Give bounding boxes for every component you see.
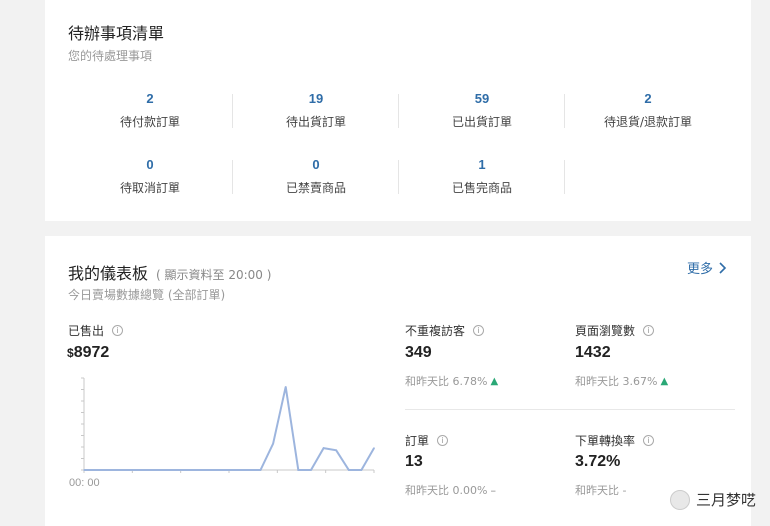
dash-icon: –: [490, 483, 496, 497]
info-icon[interactable]: i: [643, 435, 655, 446]
todo-count: 1: [478, 157, 486, 172]
metric-conversion-compare: 和昨天比 -: [575, 482, 626, 498]
todo-item-shipped[interactable]: 59 已出貨訂單: [399, 82, 565, 148]
todo-card: 待辦事項清單 您的待處理事項 2 待付款訂單 19 待出貨訂單 59 已出貨訂單…: [45, 0, 751, 221]
dashboard-subtitle: 今日賣場數據總覽 (全部訂單): [68, 288, 226, 302]
metric-label: 不重複訪客: [405, 324, 466, 338]
todo-title: 待辦事項清單: [68, 24, 165, 43]
info-icon[interactable]: i: [643, 325, 655, 336]
todo-label: 已售完商品: [451, 181, 512, 195]
chevron-right-icon: [719, 261, 727, 274]
metric-orders-label: 訂單 i: [405, 432, 449, 449]
todo-label: 待取消訂單: [119, 181, 180, 195]
todo-label: 已出貨訂單: [451, 115, 512, 129]
watermark-text: 三月梦呓: [695, 491, 756, 509]
metric-orders-compare: 和昨天比 0.00% –: [405, 482, 496, 498]
metric-pageviews-label: 頁面瀏覽數 i: [575, 322, 655, 339]
todo-empty-cell: [565, 148, 731, 214]
todo-label: 待付款訂單: [119, 115, 180, 129]
x-axis-label: 00: 00: [69, 477, 100, 489]
sold-label: 已售出: [68, 324, 105, 338]
dashboard-header: 我的儀表板 ( 顯示資料至 20:00 ): [68, 260, 271, 284]
sales-series-line: [84, 386, 375, 471]
metric-label: 訂單: [405, 434, 430, 448]
todo-item-pending-payment[interactable]: 2 待付款訂單: [67, 82, 233, 148]
todo-label: 待出貨訂單: [285, 115, 346, 129]
metric-label: 下單轉換率: [575, 434, 636, 448]
sold-amount: 8972: [73, 344, 110, 361]
compare-text: 和昨天比 3.67%: [575, 375, 658, 388]
currency-symbol: $: [67, 346, 74, 360]
todo-grid: 2 待付款訂單 19 待出貨訂單 59 已出貨訂單 2 待退貨/退款訂單 0 待…: [67, 82, 731, 214]
todo-item-pending-cancel[interactable]: 0 待取消訂單: [67, 148, 233, 214]
more-label: 更多: [686, 262, 713, 277]
metric-pageviews-value: 1432: [575, 344, 611, 361]
sold-label-row: 已售出 i: [68, 322, 124, 339]
todo-item-sold-out[interactable]: 1 已售完商品: [399, 148, 565, 214]
compare-text: 和昨天比 0.00%: [405, 484, 488, 497]
todo-item-pending-shipment[interactable]: 19 待出貨訂單: [233, 82, 399, 148]
arrow-up-icon: ▲: [490, 375, 499, 387]
todo-item-banned-products[interactable]: 0 已禁賣商品: [233, 148, 399, 214]
info-icon[interactable]: i: [112, 325, 124, 336]
arrow-up-icon: ▲: [660, 375, 669, 387]
metric-orders-value: 13: [405, 453, 423, 470]
metric-label: 頁面瀏覽數: [575, 324, 636, 338]
sales-chart: [81, 377, 375, 473]
todo-count: 0: [312, 157, 320, 172]
dashboard-title: 我的儀表板: [68, 264, 149, 283]
todo-item-pending-return[interactable]: 2 待退貨/退款訂單: [565, 82, 731, 148]
todo-count: 2: [644, 91, 652, 106]
todo-label: 待退貨/退款訂單: [603, 115, 693, 129]
wechat-icon: [669, 489, 690, 510]
todo-count: 2: [146, 91, 154, 106]
compare-text: 和昨天比 -: [575, 484, 627, 497]
compare-text: 和昨天比 6.78%: [405, 375, 488, 388]
todo-count: 59: [474, 91, 490, 106]
metric-conversion-label: 下單轉換率 i: [575, 432, 655, 449]
watermark: 三月梦呓: [669, 489, 756, 510]
metric-pageviews-compare: 和昨天比 3.67% ▲: [575, 373, 668, 389]
todo-count: 19: [308, 91, 324, 106]
metrics-divider: [405, 409, 735, 410]
dashboard-card: 我的儀表板 ( 顯示資料至 20:00 ) 今日賣場數據總覽 (全部訂單) 更多…: [45, 236, 751, 526]
metric-visitors-value: 349: [405, 344, 432, 361]
todo-subtitle: 您的待處理事項: [68, 49, 153, 63]
sold-value: $8972: [67, 344, 109, 362]
info-icon[interactable]: i: [473, 325, 485, 336]
more-link[interactable]: 更多: [687, 258, 727, 277]
todo-count: 0: [146, 157, 154, 172]
info-icon[interactable]: i: [437, 435, 449, 446]
data-time-note: ( 顯示資料至 20:00 ): [156, 268, 272, 282]
metric-visitors-compare: 和昨天比 6.78% ▲: [405, 373, 498, 389]
metric-conversion-value: 3.72%: [575, 453, 621, 470]
todo-label: 已禁賣商品: [285, 181, 346, 195]
metric-visitors-label: 不重複訪客 i: [405, 322, 485, 339]
